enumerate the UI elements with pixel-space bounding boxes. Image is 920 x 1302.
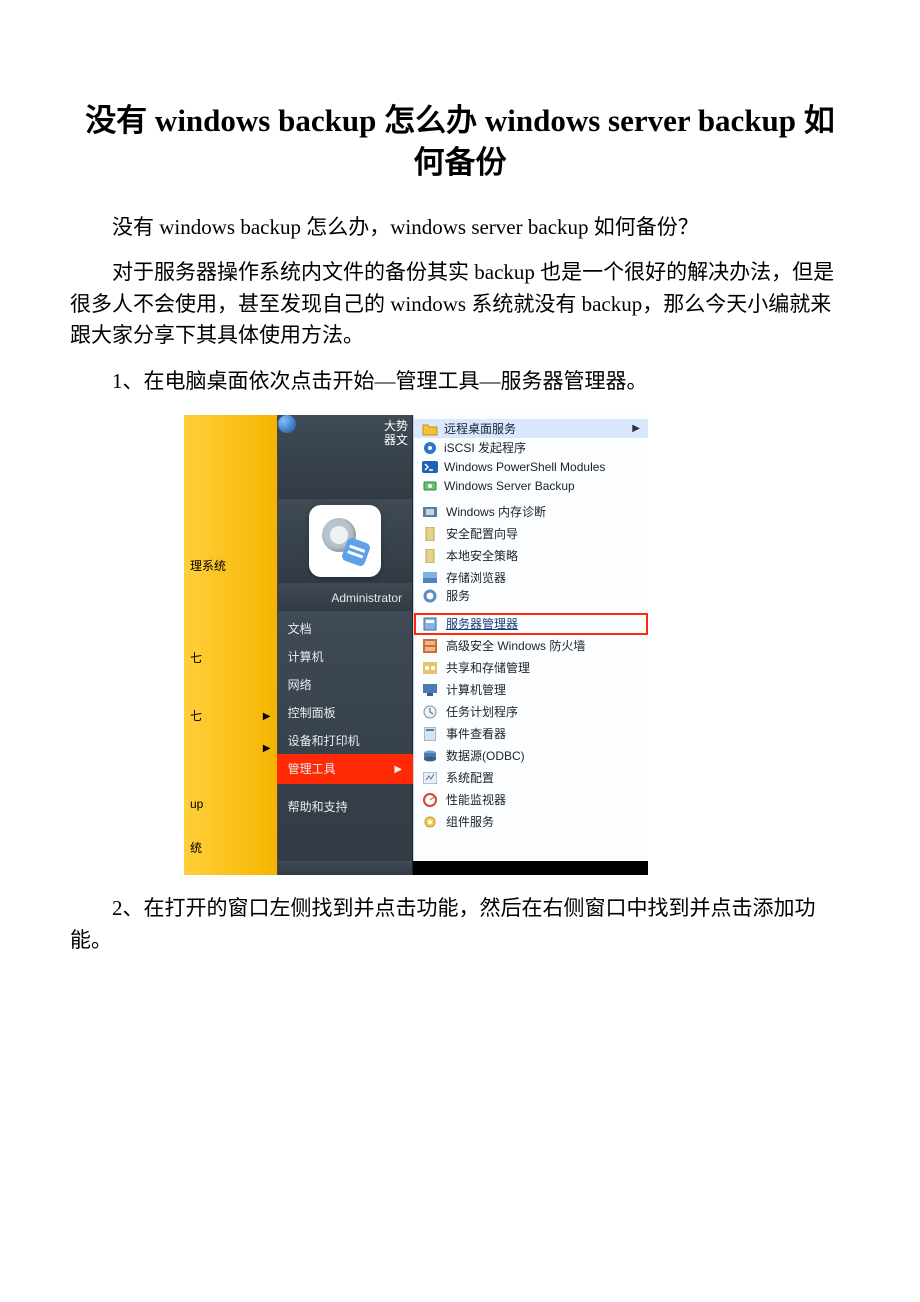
menu-powershell-modules[interactable]: Windows PowerShell Modules [414, 457, 648, 476]
menu-windows-server-backup[interactable]: Windows Server Backup [414, 476, 648, 495]
menu-computer-mgmt[interactable]: 计算机管理 [414, 679, 648, 701]
step-1: 1、在电脑桌面依次点击开始—管理工具—服务器管理器。 [70, 366, 850, 398]
menu-local-security-policy[interactable]: 本地安全策略 [414, 545, 648, 567]
label: 服务器管理器 [446, 615, 518, 633]
menu-task-scheduler[interactable]: 任务计划程序 [414, 701, 648, 723]
backup-icon [422, 478, 438, 494]
admin-tools-submenu: Windows 内存诊断 安全配置向导 本地安全策略 存储浏览器 [413, 499, 648, 583]
start-menu-network[interactable]: 网络 [278, 671, 412, 699]
dark-panel-footer [278, 861, 413, 875]
start-menu-devices-printers[interactable]: 设备和打印机 [278, 727, 412, 755]
firewall-icon [422, 638, 438, 654]
label: 本地安全策略 [446, 547, 518, 565]
label: iSCSI 发起程序 [444, 439, 526, 457]
menu-windows-firewall[interactable]: 高级安全 Windows 防火墙 [414, 635, 648, 657]
start-menu-admin-tools[interactable]: 管理工具▶ [278, 755, 412, 783]
yellow-label-xt: 统 [190, 839, 202, 857]
folder-icon [422, 421, 438, 437]
perfmon-icon [422, 792, 438, 808]
label: 组件服务 [446, 813, 494, 831]
yellow-panel-footer [184, 861, 278, 875]
iscsi-icon [422, 440, 438, 456]
dark-menu-block: 七 七 ▶ ▶ up 统 文档 计算机 网络 控制面板 设备和打印机 管理工具▶… [184, 611, 648, 861]
menu-iscsi[interactable]: iSCSI 发起程序 [414, 438, 648, 457]
label: 性能监视器 [446, 791, 506, 809]
chevron-right-icon: ▶ [263, 741, 271, 756]
yellow-label-lxt: 理系统 [190, 557, 226, 575]
yellow-panel-3: 七 七 ▶ ▶ up 统 [184, 611, 278, 861]
share-storage-icon [422, 660, 438, 676]
memory-icon [422, 504, 438, 520]
menu-performance-monitor[interactable]: 性能监视器 [414, 789, 648, 811]
step-2: 2、在打开的窗口左侧找到并点击功能，然后在右侧窗口中找到并点击添加功能。 [70, 893, 850, 956]
user-tile-icon [309, 505, 381, 577]
menu-component-services[interactable]: 组件服务 [414, 811, 648, 833]
menu-remote-desktop-services[interactable]: 远程桌面服务 ▶ [414, 419, 648, 438]
start-menu-computer[interactable]: 计算机 [278, 643, 412, 671]
computer-mgmt-icon [422, 682, 438, 698]
menu-server-manager[interactable]: 服务器管理器 [414, 613, 648, 635]
policy-icon [422, 548, 438, 564]
odbc-icon [422, 748, 438, 764]
wizard-icon [422, 526, 438, 542]
label-dashi: 大势 器文 [384, 419, 408, 447]
label: Windows Server Backup [444, 477, 575, 495]
yellow-panel-2 [184, 583, 278, 611]
start-menu-help-support[interactable]: 帮助和支持 [278, 793, 412, 821]
label: 远程桌面服务 [444, 420, 516, 438]
menu-services[interactable]: 服务 [414, 585, 648, 607]
menu-share-storage-mgmt[interactable]: 共享和存储管理 [414, 657, 648, 679]
label: Windows PowerShell Modules [444, 458, 605, 476]
screenshot-figure: www.docx.com 大势 器文 远程桌面服务 ▶ iSCSI [184, 415, 648, 875]
label: 高级安全 Windows 防火墙 [446, 637, 585, 655]
label: 事件查看器 [446, 725, 506, 743]
start-orb-icon [278, 415, 296, 433]
paragraph-2: 对于服务器操作系统内文件的备份其实 backup 也是一个很好的解决办法，但是很… [70, 257, 850, 352]
yellow-label-t2: 七 [190, 707, 202, 725]
start-menu-documents[interactable]: 文档 [278, 615, 412, 643]
label: 计算机管理 [446, 681, 506, 699]
menu-system-config[interactable]: 系统配置 [414, 767, 648, 789]
powershell-icon [422, 459, 438, 475]
gear-icon [422, 588, 438, 604]
label: 数据源(ODBC) [446, 747, 525, 765]
paragraph-1: 没有 windows backup 怎么办，windows server bac… [70, 212, 850, 244]
username-label: Administrator [278, 583, 413, 611]
label: 系统配置 [446, 769, 494, 787]
menu-event-viewer[interactable]: 事件查看器 [414, 723, 648, 745]
yellow-label-t1: 七 [190, 649, 202, 667]
yellow-panel-1: 理系统 [184, 499, 278, 583]
menu-memory-diag[interactable]: Windows 内存诊断 [414, 501, 648, 523]
component-services-icon [422, 814, 438, 830]
chevron-right-icon: ▶ [632, 421, 640, 436]
user-tile-area [278, 499, 413, 583]
label: 安全配置向导 [446, 525, 518, 543]
menu-odbc[interactable]: 数据源(ODBC) [414, 745, 648, 767]
label: 共享和存储管理 [446, 659, 530, 677]
chevron-right-icon: ▶ [263, 709, 271, 724]
menu-security-config-wizard[interactable]: 安全配置向导 [414, 523, 648, 545]
event-viewer-icon [422, 726, 438, 742]
dark-panel-top: 大势 器文 [278, 415, 413, 499]
black-footer [413, 861, 648, 875]
label: Windows 内存诊断 [446, 503, 546, 521]
label: 服务 [446, 587, 470, 605]
yellow-label-up: up [190, 795, 203, 813]
admin-tools-submenu-top: 远程桌面服务 ▶ iSCSI 发起程序 Windows PowerShell M… [413, 415, 648, 499]
start-menu-control-panel[interactable]: 控制面板 [278, 699, 412, 727]
chevron-right-icon: ▶ [394, 762, 402, 777]
server-manager-icon [422, 616, 438, 632]
clock-icon [422, 704, 438, 720]
label: 任务计划程序 [446, 703, 518, 721]
document-title: 没有 windows backup 怎么办 windows server bac… [70, 100, 850, 184]
yellow-panel-top [184, 415, 278, 499]
msconfig-icon [422, 770, 438, 786]
